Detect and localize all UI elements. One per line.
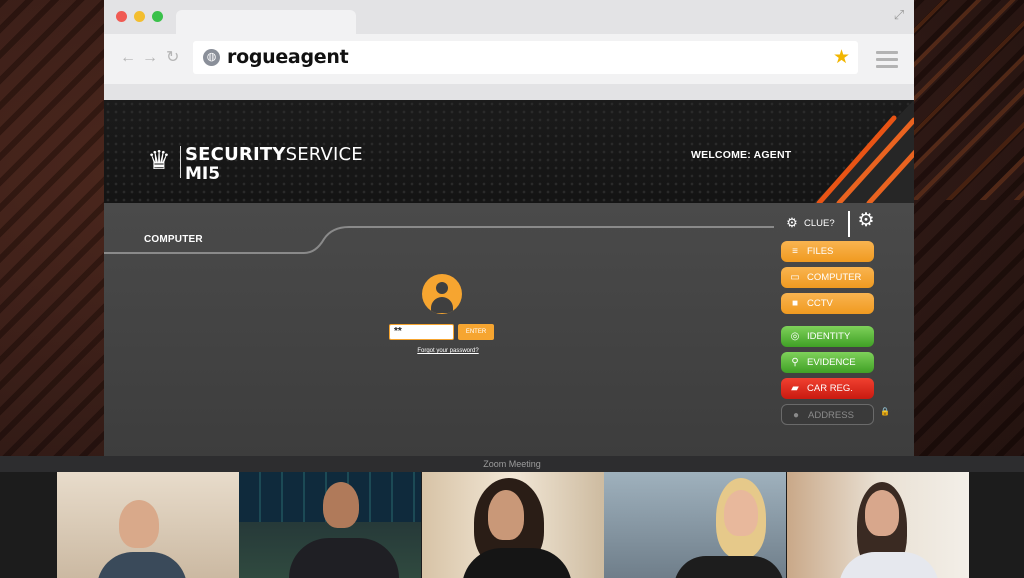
participant-video-3[interactable] xyxy=(422,472,604,578)
clue-icon[interactable]: ⚙ xyxy=(784,215,800,231)
participant-video-4[interactable] xyxy=(604,472,786,578)
forgot-password-link[interactable]: Forgot your password? xyxy=(408,348,488,354)
files-icon: ≡ xyxy=(792,246,798,257)
browser-toolbar: ← → ↻ ◍ rogueagent ★ xyxy=(104,34,914,84)
nav-evidence-button[interactable]: ⚲ EVIDENCE xyxy=(781,352,874,373)
fingerprint-icon: ◎ xyxy=(790,331,800,342)
browser-tab[interactable] xyxy=(176,10,356,36)
password-field[interactable]: ** xyxy=(389,324,454,340)
nav-files-button[interactable]: ≡ FILES xyxy=(781,241,874,262)
reload-icon[interactable]: ↻ xyxy=(166,49,179,67)
page-title: COMPUTER xyxy=(144,234,203,245)
zoom-window-button[interactable] xyxy=(152,11,163,22)
enter-button[interactable]: ENTER xyxy=(458,324,494,340)
nav-cctv-button[interactable]: ■ CCTV xyxy=(781,293,874,314)
crest-icon: ♛ xyxy=(147,145,171,175)
nav-identity-button[interactable]: ◎ IDENTITY xyxy=(781,326,874,347)
back-arrow-icon[interactable]: ← xyxy=(120,49,136,67)
url-text[interactable]: rogueagent xyxy=(227,46,349,68)
app-panel: COMPUTER ** ENTER Forgot your password? … xyxy=(104,203,914,456)
hamburger-menu-icon[interactable] xyxy=(876,51,898,72)
minimize-window-button[interactable] xyxy=(134,11,145,22)
address-bar[interactable]: ◍ rogueagent ★ xyxy=(193,41,858,74)
zoom-title-bar: Zoom Meeting xyxy=(0,456,1024,472)
car-icon: ▰ xyxy=(791,383,799,394)
participant-video-1[interactable] xyxy=(57,472,239,578)
participant-video-5[interactable] xyxy=(787,472,969,578)
browser-window: ⤢ ← → ↻ ◍ rogueagent ★ ♛ SECURITYSERVICE… xyxy=(104,0,914,456)
logo-subtitle: MI5 xyxy=(185,164,221,184)
title-underline xyxy=(104,226,774,254)
browser-chrome: ⤢ ← → ↻ ◍ rogueagent ★ xyxy=(104,0,914,100)
clue-button[interactable]: CLUE? xyxy=(804,218,835,229)
expand-icon[interactable]: ⤢ xyxy=(892,8,906,22)
nav-address-button: ● ADDRESS xyxy=(781,404,874,425)
participant-video-2[interactable] xyxy=(239,472,421,578)
header-decoration xyxy=(814,100,914,203)
close-window-button[interactable] xyxy=(116,11,127,22)
nav-computer-button[interactable]: ▭ COMPUTER xyxy=(781,267,874,288)
lock-icon: 🔒 xyxy=(880,407,890,416)
camera-icon: ■ xyxy=(791,298,799,309)
logo-divider xyxy=(180,146,181,178)
gear-icon[interactable]: ⚙ xyxy=(856,211,876,231)
logo-title: SECURITYSERVICE xyxy=(185,144,363,165)
toolbar-divider xyxy=(104,84,914,100)
clue-divider xyxy=(848,211,850,237)
map-pin-icon: ● xyxy=(792,410,800,421)
site-header: ♛ SECURITYSERVICE MI5 WELCOME: AGENT xyxy=(104,100,914,203)
globe-icon: ◍ xyxy=(203,49,220,66)
magnifier-icon: ⚲ xyxy=(791,357,799,368)
bookmark-star-icon[interactable]: ★ xyxy=(833,46,850,69)
computer-icon: ▭ xyxy=(790,272,800,283)
nav-car-reg-button[interactable]: ▰ CAR REG. xyxy=(781,378,874,399)
user-avatar-icon xyxy=(422,274,462,314)
forward-arrow-icon[interactable]: → xyxy=(142,49,158,67)
